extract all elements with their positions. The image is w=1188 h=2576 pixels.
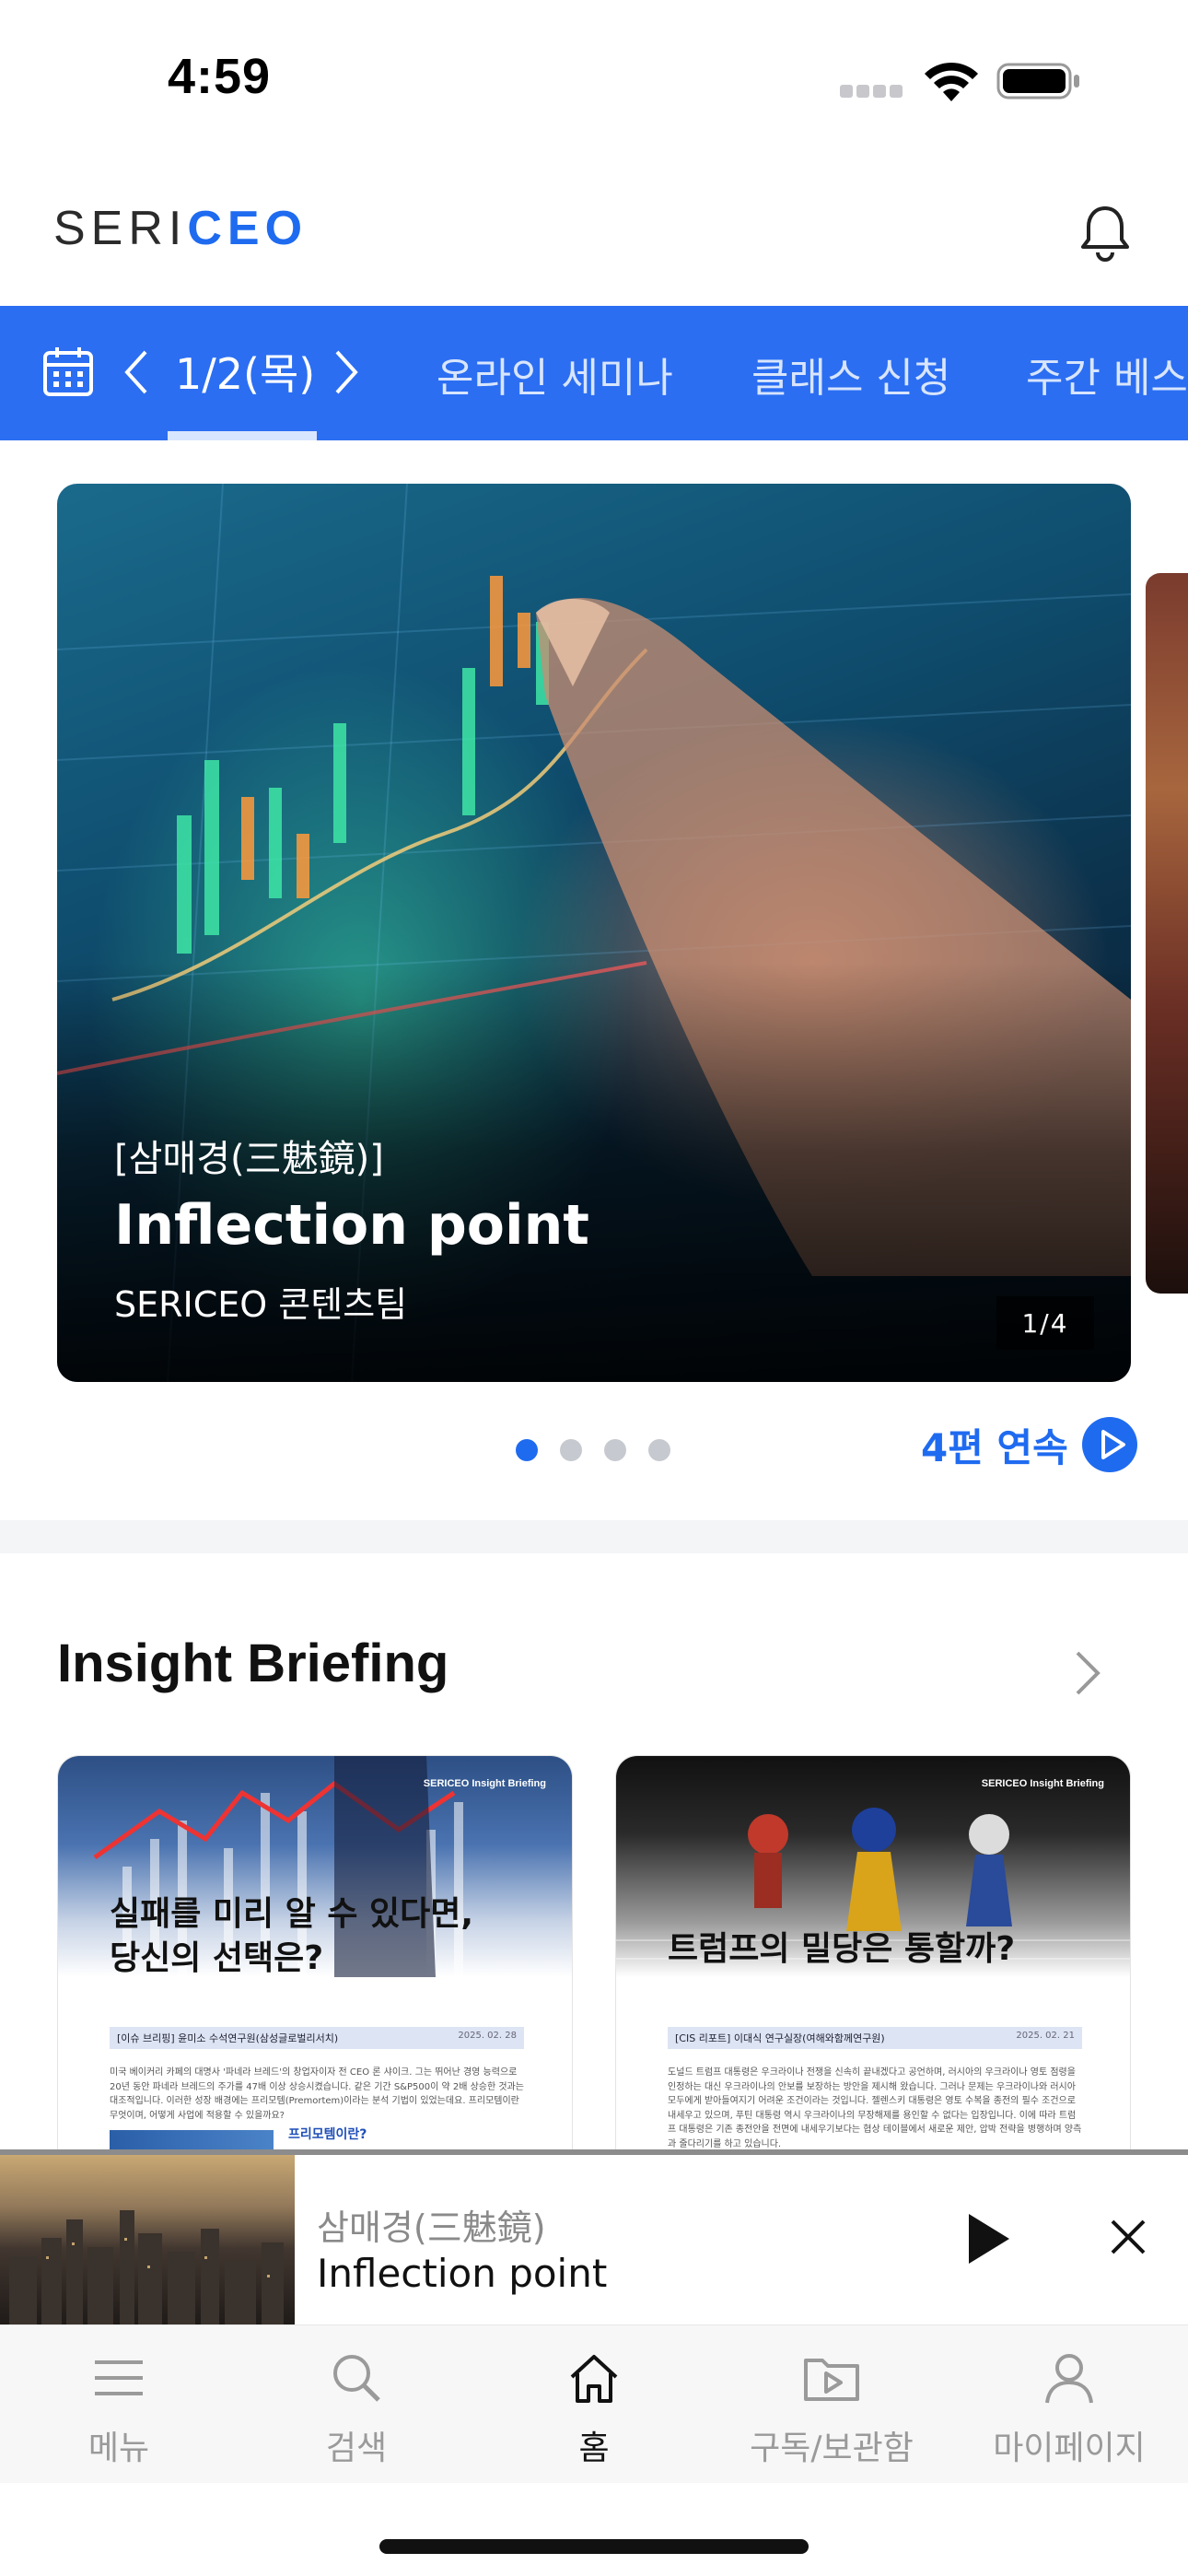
hero-author: SERICEO 콘텐츠팀	[114, 1284, 408, 1325]
nav-label: 홈	[578, 2430, 610, 2467]
carousel-dot[interactable]	[604, 1439, 626, 1461]
card-inline-image	[110, 2130, 274, 2150]
nav-label: 메뉴	[87, 2430, 150, 2467]
play-folder-icon	[804, 2359, 859, 2401]
tab-class-apply[interactable]: 클래스 신청	[751, 345, 950, 404]
hero-category: [삼매경(三魅鏡)]	[114, 1138, 384, 1180]
tab-active-indicator	[168, 431, 317, 440]
bottom-nav: 메뉴 검색 홈 구독/보관함 마이페이지	[0, 2324, 1188, 2483]
card-source: [이슈 브리핑] 윤미소 수석연구원(삼성글로벌리서치)	[117, 2032, 339, 2044]
insight-card[interactable]: SERICEO Insight Briefing 실패를 미리 알 수 있다면,…	[57, 1755, 573, 2151]
card-info-band: [CIS 리포트] 이대식 연구실장(여해와함께연구원) 2025. 02. 2…	[668, 2027, 1082, 2049]
player-thumbnail	[0, 2155, 295, 2324]
card-brand: SERICEO Insight Briefing	[423, 1778, 546, 1789]
tab-weekly-best[interactable]: 주간 베스트	[1026, 345, 1188, 404]
calendar-icon[interactable]	[42, 345, 94, 398]
card-info-band: [이슈 브리핑] 윤미소 수석연구원(삼성글로벌리서치) 2025. 02. 2…	[110, 2027, 524, 2049]
hero-page-counter: 1/4	[996, 1296, 1094, 1350]
carousel-dots	[516, 1439, 672, 1465]
carousel-dot[interactable]	[560, 1439, 582, 1461]
home-icon	[570, 2355, 618, 2403]
nav-label: 마이페이지	[993, 2430, 1146, 2467]
insight-card[interactable]: SERICEO Insight Briefing 트럼프의 밀당은 통할까? […	[615, 1755, 1131, 2151]
mini-player[interactable]: 삼매경(三魅鏡) Inflection point	[0, 2149, 1188, 2324]
carousel-dot[interactable]	[648, 1439, 670, 1461]
top-tab-bar: 1/2(목) 온라인 세미나 클래스 신청 주간 베스트	[0, 306, 1188, 440]
chevron-left-icon[interactable]	[118, 343, 155, 402]
nav-subscriptions[interactable]: 구독/보관함	[713, 2325, 950, 2484]
person-icon	[1045, 2354, 1093, 2404]
player-subtitle: 삼매경(三魅鏡)	[317, 2207, 546, 2248]
nav-label: 구독/보관함	[750, 2430, 914, 2467]
logo-text-seri: SERI	[53, 202, 188, 255]
continuous-play-label: 4편 연속	[921, 1424, 1068, 1470]
continuous-play-button[interactable]: 4편 연속	[921, 1415, 1138, 1474]
card-headline-line: 당신의 선택은?	[110, 1938, 324, 1977]
carousel-dot[interactable]	[516, 1439, 538, 1461]
hero-banner[interactable]: [삼매경(三魅鏡)] Inflection point SERICEO 콘텐츠팀…	[57, 484, 1131, 1382]
home-indicator	[379, 2539, 809, 2554]
nav-home[interactable]: 홈	[475, 2325, 713, 2484]
card-source: [CIS 리포트] 이대식 연구실장(여해와함께연구원)	[675, 2032, 885, 2044]
nav-menu[interactable]: 메뉴	[0, 2325, 238, 2484]
wifi-icon	[925, 62, 978, 101]
nav-search[interactable]: 검색	[238, 2325, 475, 2484]
nav-label: 검색	[325, 2430, 388, 2467]
menu-icon	[95, 2360, 143, 2395]
status-bar: 4:59	[0, 0, 1188, 157]
section-divider	[0, 1520, 1188, 1553]
card-headline-line: 실패를 미리 알 수 있다면,	[110, 1895, 474, 1933]
card-brand: SERICEO Insight Briefing	[981, 1778, 1104, 1789]
cellular-signal-icon	[840, 85, 904, 100]
nav-mypage[interactable]: 마이페이지	[950, 2325, 1188, 2484]
close-icon[interactable]	[1107, 2216, 1149, 2258]
battery-icon	[996, 63, 1079, 100]
tab-date[interactable]: 1/2(목)	[175, 341, 315, 402]
card-subheading: 프리모템이란?	[288, 2127, 367, 2142]
card-headline: 트럼프의 밀당은 통할까?	[668, 1927, 1015, 1972]
app-header: SERICEO	[0, 175, 1188, 304]
search-icon	[333, 2355, 380, 2402]
city-skyline-image	[9, 2210, 284, 2324]
tab-online-seminar[interactable]: 온라인 세미나	[437, 345, 673, 404]
next-hero-preview[interactable]	[1146, 573, 1188, 1294]
card-headline-line: 트럼프의 밀당은 통할까?	[668, 1930, 1016, 1968]
app-screen: 4:59 SERICEO 1/2(목) 온라인 세미나 클래스 신청 주간 베스…	[0, 0, 1188, 2576]
chevron-right-icon[interactable]	[1068, 1645, 1105, 1701]
card-body-text: 미국 베이커리 카페의 대명사 '파네라 브레드'의 창업자이자 전 CEO 론…	[110, 2067, 524, 2121]
play-icon[interactable]	[965, 2212, 1011, 2266]
bell-icon[interactable]	[1077, 203, 1133, 262]
card-body-text: 도널드 트럼프 대통령은 우크라이나 전쟁을 신속히 끝내겠다고 공언하며, 러…	[668, 2067, 1082, 2149]
player-title: Inflection point	[317, 2251, 608, 2296]
card-date: 2025. 02. 21	[1016, 2031, 1075, 2041]
card-headline: 실패를 미리 알 수 있다면, 당신의 선택은?	[110, 1892, 473, 1980]
chevron-right-icon[interactable]	[328, 343, 365, 402]
card-date: 2025. 02. 28	[458, 2031, 517, 2041]
insight-section-title: Insight Briefing	[57, 1633, 449, 1693]
sericeo-logo[interactable]: SERICEO	[53, 201, 308, 256]
hero-title: Inflection point	[114, 1193, 589, 1258]
status-time: 4:59	[168, 49, 272, 104]
play-circle-icon	[1081, 1417, 1137, 1472]
logo-text-ceo: CEO	[187, 202, 309, 255]
